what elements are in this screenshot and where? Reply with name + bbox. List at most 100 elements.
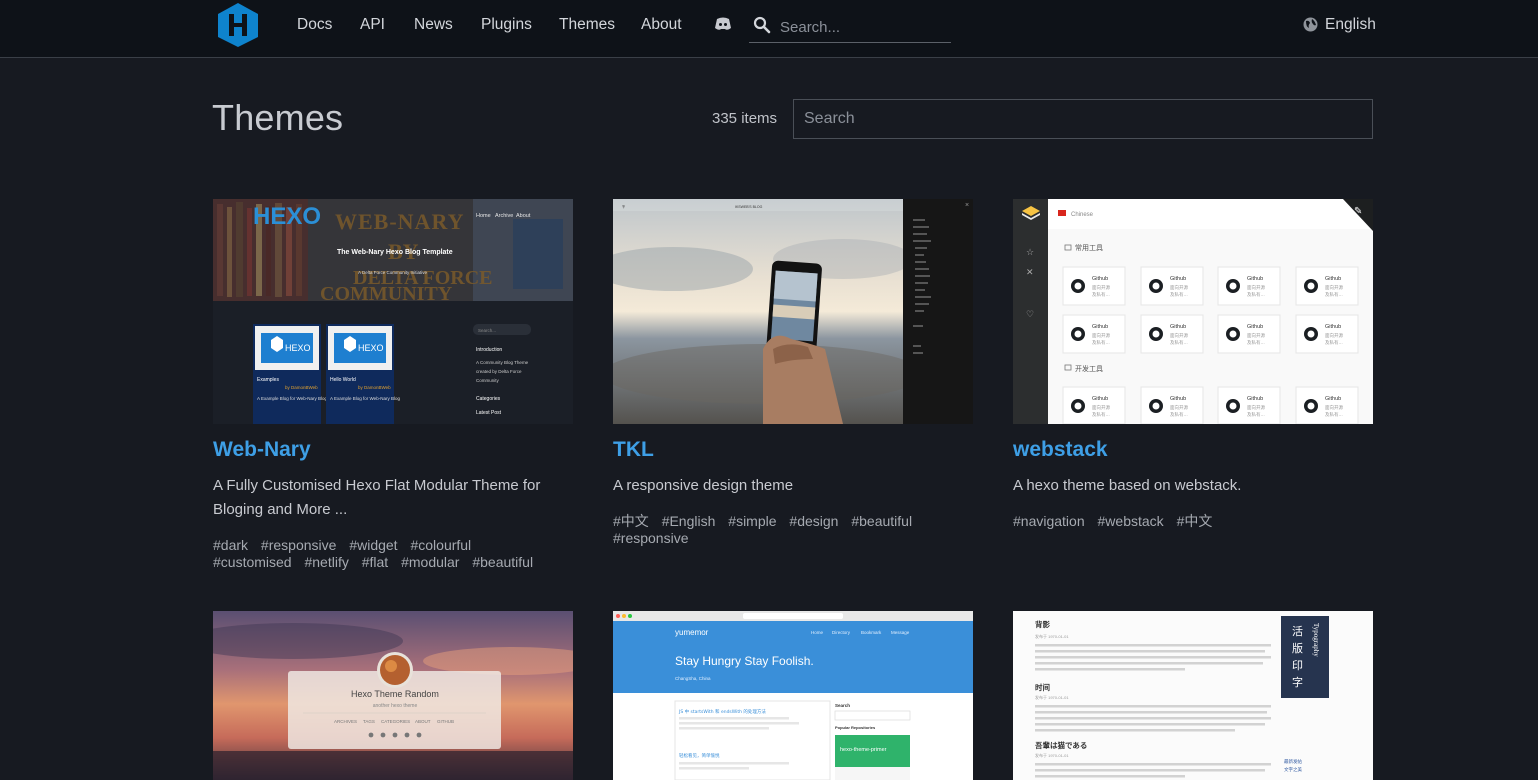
svg-text:Search: Search [835,703,850,708]
theme-name[interactable]: Web-Nary [213,437,311,463]
svg-text:面向开源: 面向开源 [1092,332,1110,339]
svg-text:吾輩は猫である: 吾輩は猫である [1035,740,1087,750]
svg-text:Home: Home [811,630,824,635]
svg-text:面向开源: 面向开源 [1170,332,1188,339]
discord-icon[interactable] [714,16,732,32]
tag-link[interactable]: #flat [362,554,388,570]
tag-link[interactable]: #webstack [1098,513,1164,529]
svg-text:Hello World: Hello World [330,377,356,383]
svg-text:The Web-Nary Hexo Blog Templat: The Web-Nary Hexo Blog Template [337,249,453,256]
random-preview-image: Hexo Theme Random another hexo theme ARC… [213,611,573,780]
nav-themes[interactable]: Themes [559,15,615,35]
tag-link[interactable]: #colourful [410,537,471,553]
svg-text:ARCHIVES: ARCHIVES [334,719,357,724]
theme-tags: #navigation #webstack #中文 [1013,513,1363,530]
site-header: Docs API News Plugins Themes About Engli… [0,0,1538,58]
theme-preview[interactable]: ♆ IKSWEB'S BLOG × [613,199,973,424]
svg-text:发布于 1970-01-01: 发布于 1970-01-01 [1035,694,1069,700]
svg-text:Community: Community [476,378,500,383]
tag-link[interactable]: #netlify [304,554,348,570]
svg-text:常用工具: 常用工具 [1075,243,1103,252]
nav-about[interactable]: About [641,15,682,35]
webstack-preview-image: ☆ ✕ ♡ Chinese ✎ 常用工具 开发工具 Github Github … [1013,199,1373,424]
theme-preview[interactable]: ☆ ✕ ♡ Chinese ✎ 常用工具 开发工具 Github Github … [1013,199,1373,424]
svg-text:JS 中 startsWith 和 endsWith 的处理: JS 中 startsWith 和 endsWith 的处理方法 [678,708,766,715]
svg-text:About: About [516,213,531,219]
svg-text:Github: Github [1325,276,1341,282]
svg-text:Message: Message [891,630,910,635]
svg-text:面向开源: 面向开源 [1170,404,1188,411]
theme-description: A hexo theme based on webstack. [1013,477,1242,494]
header-search-input[interactable] [780,16,945,38]
svg-text:Github: Github [1247,396,1263,402]
svg-text:✎: ✎ [1354,206,1362,217]
svg-text:及私有...: 及私有... [1247,339,1265,346]
nav-plugins[interactable]: Plugins [481,15,532,35]
svg-text:面向开源: 面向开源 [1247,332,1265,339]
svg-text:面向开源: 面向开源 [1325,332,1343,339]
svg-text:ChangSha, China: ChangSha, China [675,676,711,681]
svg-text:面向开源: 面向开源 [1170,284,1188,291]
tag-link[interactable]: #responsive [613,530,689,546]
svg-text:发布于 1970-01-01: 发布于 1970-01-01 [1035,752,1069,758]
nav-api[interactable]: API [360,15,385,35]
svg-text:by DamonBWeb: by DamonBWeb [358,385,391,390]
theme-name[interactable]: TKL [613,437,654,463]
preview-logo-text: HEXO [253,203,321,230]
nav-docs[interactable]: Docs [297,15,332,35]
tag-link[interactable]: #中文 [613,513,649,529]
svg-text:及私有...: 及私有... [1092,411,1110,418]
theme-count: 335 items [712,110,778,127]
svg-text:Home: Home [476,213,491,219]
svg-text:Latest Post: Latest Post [476,410,502,416]
svg-text:Popular Repositories: Popular Repositories [835,725,876,730]
tag-link[interactable]: #design [789,513,838,529]
theme-search-input[interactable] [793,99,1373,139]
theme-preview[interactable]: Hexo Theme Random another hexo theme ARC… [213,611,573,780]
tag-link[interactable]: #modular [401,554,459,570]
svg-text:HEXO: HEXO [358,343,384,353]
svg-text:及私有...: 及私有... [1092,291,1110,298]
web-nary-preview-image: HEXO WEB-NARY BY DELTA FORCE COMMUNITY H… [213,199,573,424]
svg-text:CATEGORIES: CATEGORIES [381,719,410,724]
tag-link[interactable]: #beautiful [472,554,533,570]
typography-preview-image: 背影 发布于 1970-01-01 时间 发布于 1970-01-01 吾輩は猫… [1013,611,1373,780]
svg-text:及私有...: 及私有... [1170,411,1188,418]
tag-link[interactable]: #widget [349,537,397,553]
header-search [749,12,951,43]
svg-text:Introduction: Introduction [476,347,502,353]
svg-text:Github: Github [1325,396,1341,402]
theme-preview[interactable]: yumemor Home Directory Bookmark Message … [613,611,973,780]
primer-preview-image: yumemor Home Directory Bookmark Message … [613,611,973,780]
svg-text:字: 字 [1292,675,1303,689]
tag-link[interactable]: #beautiful [851,513,912,529]
tag-link[interactable]: #responsive [261,537,337,553]
theme-preview[interactable]: 背影 发布于 1970-01-01 时间 发布于 1970-01-01 吾輩は猫… [1013,611,1373,780]
theme-preview[interactable]: HEXO WEB-NARY BY DELTA FORCE COMMUNITY H… [213,199,573,424]
tag-link[interactable]: #navigation [1013,513,1085,529]
svg-text:时间: 时间 [1035,682,1050,692]
svg-text:及私有...: 及私有... [1247,411,1265,418]
tag-link[interactable]: #English [662,513,716,529]
nav-news[interactable]: News [414,15,453,35]
svg-text:Github: Github [1170,324,1186,330]
tag-link[interactable]: #simple [728,513,776,529]
page-title: Themes [212,97,344,138]
theme-name[interactable]: webstack [1013,437,1108,463]
hexo-logo-icon[interactable] [216,2,260,48]
language-label: English [1325,16,1376,33]
svg-text:Github: Github [1170,276,1186,282]
svg-text:Github: Github [1092,324,1108,330]
tag-link[interactable]: #dark [213,537,248,553]
tag-link[interactable]: #customised [213,554,292,570]
svg-text:文字之美: 文字之美 [1284,766,1302,773]
svg-text:活: 活 [1292,625,1303,638]
svg-text:面向开源: 面向开源 [1325,404,1343,411]
svg-text:by DamonBWeb: by DamonBWeb [285,385,318,390]
tag-link[interactable]: #中文 [1177,513,1213,529]
theme-description: A Fully Customised Hexo Flat Modular The… [213,477,541,518]
svg-text:版: 版 [1292,641,1303,655]
svg-text:Github: Github [1247,276,1263,282]
svg-text:Chinese: Chinese [1071,212,1094,218]
svg-text:×: × [965,202,969,209]
